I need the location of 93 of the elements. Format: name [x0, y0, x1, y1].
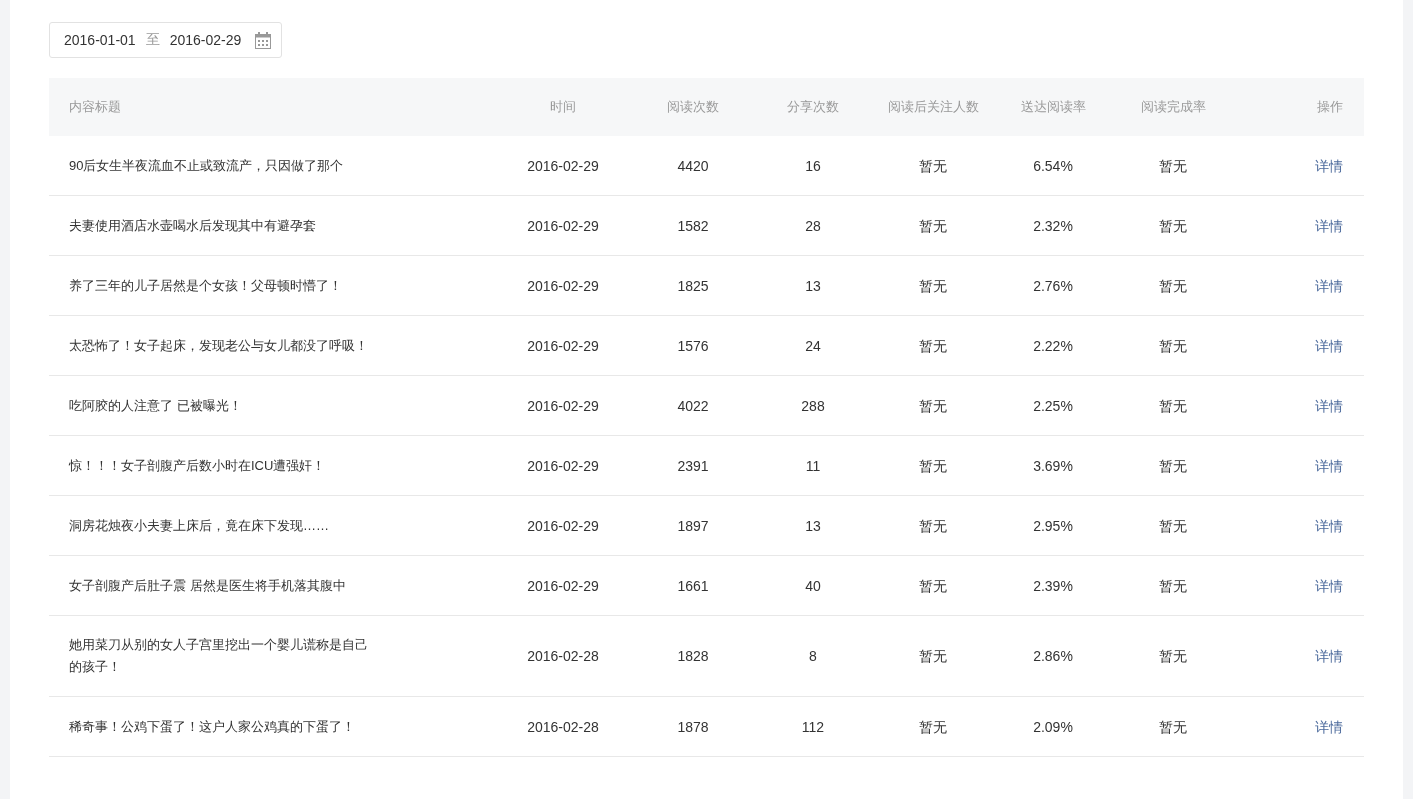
- table-cell: 2016-02-29: [527, 397, 599, 414]
- table-cell: 288: [801, 397, 825, 414]
- column-header: 分享次数: [786, 98, 840, 116]
- table-cell: 40: [805, 577, 821, 594]
- table-cell: 1897: [677, 517, 709, 534]
- table-cell: 暂无: [1159, 217, 1187, 234]
- details-link[interactable]: 详情: [1315, 457, 1343, 474]
- details-link[interactable]: 详情: [1315, 517, 1343, 534]
- table-cell-text: 夫妻使用酒店水壶喝水后发现其中有避孕套: [69, 217, 317, 235]
- table-cell: 暂无: [1159, 397, 1187, 414]
- table-cell: 2.25%: [1033, 397, 1073, 414]
- table-cell: 暂无: [1159, 277, 1187, 294]
- table-cell: 2016-02-28: [527, 718, 599, 735]
- calendar-icon: [255, 31, 272, 49]
- table-cell-text: 养了三年的儿子居然是个女孩！父母顿时懵了！: [69, 277, 343, 295]
- table-cell: 8: [809, 648, 817, 664]
- table-cell: 暂无: [919, 397, 947, 414]
- start-date: 2016-01-01: [64, 32, 136, 48]
- table-cell: 4022: [677, 397, 709, 414]
- table-cell: 4420: [677, 157, 709, 174]
- table-cell: 暂无: [919, 577, 947, 594]
- table-cell: 24: [805, 337, 821, 354]
- column-header: 时间: [549, 98, 577, 116]
- table-cell: 112: [801, 718, 825, 735]
- table-cell: 暂无: [919, 157, 947, 174]
- table-cell: 1582: [677, 217, 709, 234]
- table-cell: 1828: [677, 648, 709, 664]
- table-cell: 2016-02-29: [527, 517, 599, 534]
- details-link[interactable]: 详情: [1315, 217, 1343, 234]
- table-cell: 暂无: [1159, 577, 1187, 594]
- table-cell: 2.09%: [1033, 718, 1073, 735]
- table-cell: 6.54%: [1033, 157, 1073, 174]
- table-cell: 2016-02-29: [527, 337, 599, 354]
- table-cell: 暂无: [1159, 718, 1187, 735]
- table-cell: 2016-02-29: [527, 577, 599, 594]
- table-cell-text: 吃阿胶的人注意了 已被曝光！: [69, 397, 243, 415]
- table-cell: 暂无: [1159, 157, 1187, 174]
- table-cell-text: 她用菜刀从别的女人子宫里挖出一个婴儿谎称是自己的孩子！: [69, 636, 369, 676]
- table-cell-text: 90后女生半夜流血不止或致流产，只因做了那个: [69, 157, 345, 175]
- table-cell: 2.32%: [1033, 217, 1073, 234]
- details-link[interactable]: 详情: [1315, 337, 1343, 354]
- table-cell: 暂无: [919, 517, 947, 534]
- table-cell: 28: [805, 217, 821, 234]
- details-link[interactable]: 详情: [1315, 157, 1343, 174]
- table-cell: 2016-02-29: [527, 457, 599, 474]
- table-cell: 13: [805, 277, 821, 294]
- table-cell: 13: [805, 517, 821, 534]
- table-cell: 暂无: [919, 337, 947, 354]
- table-cell: 1878: [677, 718, 709, 735]
- table-cell: 暂无: [919, 718, 947, 735]
- table-cell: 2.76%: [1033, 277, 1073, 294]
- details-link[interactable]: 详情: [1315, 718, 1343, 735]
- table-cell-text: 洞房花烛夜小夫妻上床后，竟在床下发现……: [69, 517, 330, 535]
- table-cell: 1825: [677, 277, 709, 294]
- table-cell: 2016-02-29: [527, 217, 599, 234]
- table-cell: 2.86%: [1033, 648, 1073, 664]
- column-header: 送达阅读率: [1019, 98, 1087, 116]
- table-cell: 1576: [677, 337, 709, 354]
- details-link[interactable]: 详情: [1315, 648, 1343, 664]
- details-link[interactable]: 详情: [1315, 277, 1343, 294]
- table-cell: 2.22%: [1033, 337, 1073, 354]
- table-cell: 16: [805, 157, 821, 174]
- table-cell: 暂无: [1159, 457, 1187, 474]
- table-cell: 2391: [677, 457, 709, 474]
- table-cell: 2016-02-29: [527, 157, 599, 174]
- column-header: 操作: [1316, 98, 1344, 116]
- table-cell: 暂无: [919, 457, 947, 474]
- table-cell-text: 惊！！！女子剖腹产后数小时在ICU遭强奸！: [69, 457, 327, 475]
- table-cell: 暂无: [1159, 517, 1187, 534]
- table-cell: 11: [805, 457, 821, 474]
- column-header: 阅读完成率: [1139, 98, 1207, 116]
- column-header: 阅读次数: [666, 98, 720, 116]
- table-cell: 3.69%: [1033, 457, 1073, 474]
- table-cell: 2.39%: [1033, 577, 1073, 594]
- table-cell: 暂无: [919, 217, 947, 234]
- range-separator: 至: [145, 31, 160, 49]
- table-cell: 2016-02-28: [527, 648, 599, 664]
- details-link[interactable]: 详情: [1315, 397, 1343, 414]
- details-link[interactable]: 详情: [1315, 577, 1343, 594]
- end-date: 2016-02-29: [169, 32, 242, 48]
- table-cell: 2.95%: [1033, 517, 1073, 534]
- table-cell: 1661: [677, 577, 709, 594]
- table-cell: 暂无: [919, 648, 947, 664]
- table-cell: 2016-02-29: [527, 277, 599, 294]
- table-cell-text: 女子剖腹产后肚子震 居然是医生将手机落其腹中: [69, 577, 347, 595]
- table-cell: 暂无: [1159, 648, 1187, 664]
- table-cell: 暂无: [1159, 337, 1187, 354]
- table-cell-text: 稀奇事！公鸡下蛋了！这户人家公鸡真的下蛋了！: [69, 718, 356, 736]
- table-cell-text: 太恐怖了！女子起床，发现老公与女儿都没了呼吸！: [69, 337, 369, 355]
- date-range-picker[interactable]: 2016-01-01 至 2016-02-29: [49, 22, 283, 58]
- column-header: 阅读后关注人数: [886, 98, 980, 116]
- column-header: 内容标题: [68, 98, 122, 116]
- table-cell: 暂无: [919, 277, 947, 294]
